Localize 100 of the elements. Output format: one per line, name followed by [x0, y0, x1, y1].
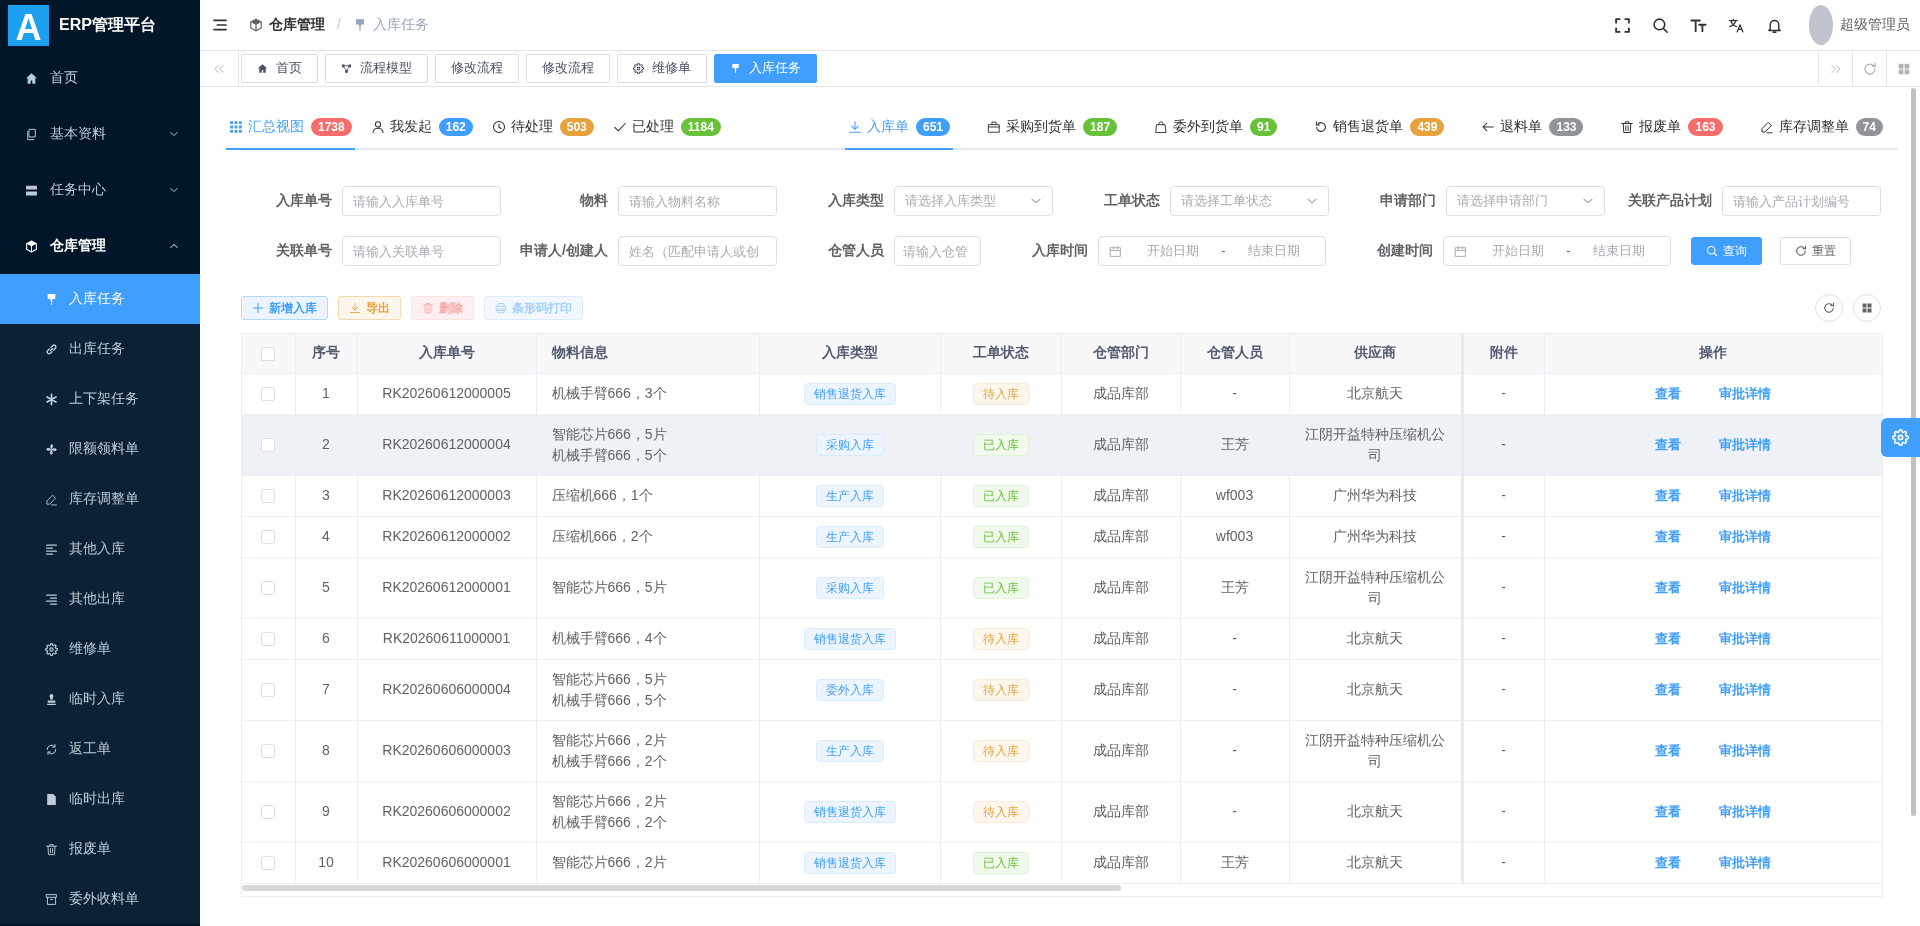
- menu-item[interactable]: 报废单: [0, 824, 200, 874]
- menu-item[interactable]: 委外收料单: [0, 874, 200, 924]
- row-checkbox[interactable]: [261, 683, 276, 698]
- page-tab[interactable]: 修改流程: [435, 54, 519, 83]
- table-cell: -: [1462, 414, 1544, 475]
- table-cell: 10: [295, 842, 357, 883]
- filter-tab[interactable]: 报废单 163: [1617, 105, 1726, 150]
- column-header: 供应商: [1289, 334, 1462, 373]
- filter-tab[interactable]: 库存调整单 74: [1756, 105, 1886, 150]
- text-input[interactable]: 请输入仓管: [894, 236, 981, 266]
- menu-item[interactable]: 首页: [0, 50, 200, 106]
- row-checkbox[interactable]: [261, 387, 276, 402]
- menu-item[interactable]: 其他出库: [0, 574, 200, 624]
- refresh-button[interactable]: [1815, 294, 1843, 322]
- table-cell: 9: [295, 781, 357, 842]
- menu-item[interactable]: 临时出库: [0, 774, 200, 824]
- row-checkbox[interactable]: [261, 744, 276, 759]
- table-cell: wf003: [1180, 516, 1289, 557]
- filter-tab[interactable]: 退料单 133: [1478, 105, 1587, 150]
- filter-tab[interactable]: 销售退货单 439: [1311, 105, 1448, 150]
- text-input[interactable]: 请输入产品计划编号: [1722, 186, 1881, 216]
- material-item: 机械手臂666，4个: [551, 629, 668, 648]
- material-item: 智能芯片666，2片: [551, 853, 668, 872]
- horizontal-scrollbar[interactable]: [242, 885, 1121, 891]
- column-header: 物料信息: [536, 334, 759, 373]
- menu-item[interactable]: 限额领料单: [0, 424, 200, 474]
- material-item: 机械手臂666，5个: [551, 690, 668, 710]
- table-cell: -: [1462, 781, 1544, 842]
- grid-icon: [1861, 302, 1873, 314]
- user-name[interactable]: 超级管理员: [1840, 15, 1910, 35]
- menu-item[interactable]: 上下架任务: [0, 374, 200, 424]
- page-tab[interactable]: 维修单: [617, 54, 707, 83]
- table-cell: -: [1462, 475, 1544, 516]
- translate-icon[interactable]: [1728, 16, 1745, 34]
- vertical-scrollbar[interactable]: [1911, 88, 1916, 816]
- filter-tab[interactable]: 已处理 1184: [609, 105, 724, 150]
- menu-item[interactable]: 任务中心: [0, 162, 200, 218]
- table-cell: 成品库部: [1061, 842, 1180, 883]
- field-label: 入库时间: [1031, 241, 1089, 261]
- breadcrumb-link[interactable]: 仓库管理: [269, 15, 325, 35]
- home-icon: [257, 63, 268, 74]
- menu-item[interactable]: 库存调整单: [0, 474, 200, 524]
- menu-item[interactable]: 维修单: [0, 624, 200, 674]
- trash-icon: [422, 302, 434, 314]
- date-range-field[interactable]: 开始日期 - 结束日期: [1443, 236, 1671, 266]
- status-tag: 待入库: [972, 739, 1029, 762]
- row-checkbox[interactable]: [261, 581, 276, 596]
- menu-item[interactable]: 基本资料: [0, 106, 200, 162]
- settings-button[interactable]: [1881, 418, 1920, 457]
- menu-item[interactable]: 出库任务: [0, 324, 200, 374]
- filter-tab[interactable]: 采购到货单 187: [984, 105, 1121, 150]
- type-tag: 生产入库: [815, 525, 884, 548]
- fullscreen-icon[interactable]: [1614, 16, 1631, 34]
- filter-tab[interactable]: 待处理 503: [488, 105, 597, 150]
- row-checkbox[interactable]: [261, 530, 276, 545]
- page-tab[interactable]: 修改流程: [526, 54, 610, 83]
- table-cell: RK20260612000002: [357, 516, 536, 557]
- shopping-bag-icon: [1154, 119, 1169, 134]
- filter-tab[interactable]: 我发起 162: [367, 105, 476, 150]
- page-tab[interactable]: 流程模型: [325, 54, 428, 83]
- column-header: 入库类型: [759, 334, 940, 373]
- menu-item[interactable]: 仓库管理: [0, 218, 200, 274]
- count-badge: 74: [1855, 117, 1883, 136]
- filter-tab[interactable]: 委外到货单 91: [1151, 105, 1281, 150]
- row-checkbox[interactable]: [261, 438, 276, 453]
- table-cell: 成品库部: [1061, 475, 1180, 516]
- material-item: 智能芯片666，5片: [551, 424, 668, 444]
- text-input[interactable]: 请输入物料名称: [618, 186, 777, 216]
- menu-item[interactable]: 其他入库: [0, 524, 200, 574]
- menu-item[interactable]: 临时入库: [0, 674, 200, 724]
- row-checkbox[interactable]: [261, 632, 276, 647]
- user-avatar[interactable]: [1809, 5, 1833, 45]
- columns-button[interactable]: [1853, 294, 1881, 322]
- text-input[interactable]: 请输入关联单号: [342, 236, 501, 266]
- text-input[interactable]: 请输入入库单号: [342, 186, 501, 216]
- material-item: 智能芯片666，2片: [551, 791, 668, 811]
- type-tag: 销售退货入库: [803, 851, 896, 874]
- field-label: 关联产品计划: [1627, 191, 1713, 211]
- row-checkbox[interactable]: [261, 489, 276, 504]
- table-cell: 北京航天: [1289, 781, 1462, 842]
- count-badge: 439: [1410, 117, 1445, 136]
- table-cell: RK20260612000004: [357, 414, 536, 475]
- row-checkbox[interactable]: [261, 805, 276, 820]
- status-tag: 待入库: [972, 627, 1029, 650]
- table-cell: 3: [295, 475, 357, 516]
- page-tab[interactable]: 首页: [241, 54, 318, 83]
- trash-icon: [1620, 119, 1635, 134]
- table-cell: 王芳: [1180, 414, 1289, 475]
- row-checkbox[interactable]: [261, 856, 276, 871]
- text-input[interactable]: 姓名（匹配申请人或创: [618, 236, 777, 266]
- column-header: 入库单号: [357, 334, 536, 373]
- date-range-field[interactable]: 开始日期 - 结束日期: [1098, 236, 1326, 266]
- package-icon: [45, 892, 58, 906]
- field-label: 物料: [578, 191, 609, 211]
- menu-icon[interactable]: [212, 17, 228, 33]
- select-all-checkbox[interactable]: [261, 346, 276, 361]
- status-tag: 已入库: [972, 576, 1029, 599]
- reset-button[interactable]: 重置: [1780, 237, 1851, 265]
- search-icon[interactable]: [1652, 16, 1669, 34]
- menu-item[interactable]: 返工单: [0, 724, 200, 774]
